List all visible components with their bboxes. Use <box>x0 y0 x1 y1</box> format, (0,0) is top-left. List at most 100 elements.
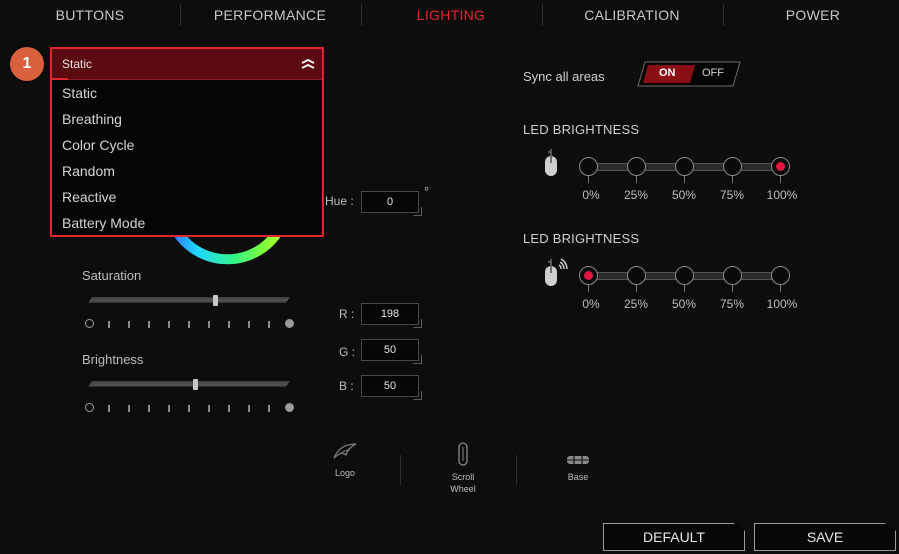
slider-tick <box>108 405 110 412</box>
led-brightness-title: LED BRIGHTNESS <box>523 122 640 137</box>
led-level-25-node[interactable] <box>627 157 646 176</box>
led-level-label: 50% <box>671 188 697 202</box>
slider-tick <box>268 321 270 328</box>
led-level-75-node[interactable] <box>723 266 742 285</box>
r-field[interactable]: 198 <box>361 303 422 328</box>
step-badge: 1 <box>10 47 44 81</box>
default-button[interactable]: DEFAULT <box>603 523 745 551</box>
saturation-slider-track[interactable] <box>88 297 290 303</box>
led-level-stem <box>588 285 589 292</box>
slider-tick <box>268 405 270 412</box>
max-dot <box>285 319 294 328</box>
led-level-25-node[interactable] <box>627 266 646 285</box>
area-scroll-wheel-button[interactable]: Scroll Wheel <box>433 442 493 495</box>
wireless-mouse-icon <box>541 257 571 294</box>
area-divider <box>516 455 517 485</box>
effect-dropdown[interactable]: Static Static Breathing Color Cycle Rand… <box>50 47 324 237</box>
b-label: B : <box>339 379 354 393</box>
effect-option-static[interactable]: Static <box>52 80 322 106</box>
tab-power[interactable]: POWER <box>723 0 899 30</box>
led-level-stem <box>780 176 781 183</box>
effect-dropdown-header[interactable]: Static <box>52 49 322 80</box>
led-level-0-node[interactable] <box>579 157 598 176</box>
brightness-ticks <box>85 403 294 415</box>
slider-tick <box>128 321 130 328</box>
slider-tick <box>108 321 110 328</box>
led-level-50-node[interactable] <box>675 266 694 285</box>
led-level-stem <box>684 176 685 183</box>
led-level-50-node[interactable] <box>675 157 694 176</box>
saturation-slider-thumb[interactable] <box>213 295 219 306</box>
effect-option-battery-mode[interactable]: Battery Mode <box>52 210 322 236</box>
g-field[interactable]: 50 <box>361 339 422 364</box>
led-level-0-node[interactable] <box>579 266 598 285</box>
area-base-label: Base <box>567 472 589 482</box>
effect-options-list: Static Breathing Color Cycle Random Reac… <box>52 80 322 236</box>
slider-tick <box>228 321 230 328</box>
area-logo-button[interactable]: Logo <box>315 442 375 479</box>
chevron-up-icon[interactable] <box>298 54 318 74</box>
g-label: G : <box>339 345 356 359</box>
slider-tick <box>148 321 150 328</box>
sync-on-label[interactable]: ON <box>659 67 676 79</box>
led-level-stem <box>732 285 733 292</box>
led-level-100-node[interactable] <box>771 266 790 285</box>
slider-tick <box>168 405 170 412</box>
led-level-75-node[interactable] <box>723 157 742 176</box>
slider-tick <box>148 405 150 412</box>
led-brightness-title: LED BRIGHTNESS <box>523 231 640 246</box>
led-level-stem <box>684 285 685 292</box>
saturation-ticks <box>85 319 294 331</box>
base-icon <box>548 453 608 471</box>
tab-performance[interactable]: PERFORMANCE <box>180 0 360 30</box>
saturation-label: Saturation <box>82 268 142 283</box>
effect-option-random[interactable]: Random <box>52 158 322 184</box>
led-level-label: 50% <box>671 297 697 311</box>
area-logo-label: Logo <box>334 468 356 478</box>
slider-tick <box>168 321 170 328</box>
min-dot <box>85 403 94 412</box>
effect-option-breathing[interactable]: Breathing <box>52 106 322 132</box>
hue-label: Hue : <box>325 194 354 208</box>
slider-tick <box>248 321 250 328</box>
led-level-stem <box>588 176 589 183</box>
effect-option-color-cycle[interactable]: Color Cycle <box>52 132 322 158</box>
tab-lighting[interactable]: LIGHTING <box>361 0 541 30</box>
sync-toggle-frame <box>637 61 741 87</box>
slider-tick <box>188 405 190 412</box>
brightness-slider-thumb[interactable] <box>193 379 199 390</box>
sync-off-label[interactable]: OFF <box>702 67 724 79</box>
slider-tick <box>208 405 210 412</box>
min-dot <box>85 319 94 328</box>
brightness-slider-track[interactable] <box>88 381 290 387</box>
sync-label: Sync all areas <box>523 69 605 84</box>
hue-field[interactable]: 0 <box>361 191 422 216</box>
rog-logo-icon <box>315 442 375 467</box>
b-field[interactable]: 50 <box>361 375 422 400</box>
slider-tick <box>188 321 190 328</box>
scroll-wheel-icon <box>433 442 493 471</box>
r-label: R : <box>339 307 355 321</box>
sync-toggle[interactable]: ON OFF <box>637 61 741 87</box>
effect-selected-value: Static <box>62 57 93 71</box>
save-button[interactable]: SAVE <box>754 523 896 551</box>
tab-buttons[interactable]: BUTTONS <box>0 0 180 30</box>
led-level-label: 25% <box>623 188 649 202</box>
led-level-100-node[interactable] <box>771 157 790 176</box>
brightness-label: Brightness <box>82 352 144 367</box>
area-divider <box>400 455 401 485</box>
led-level-label: 100% <box>766 188 798 202</box>
degree-symbol: ° <box>424 184 430 199</box>
slider-tick <box>128 405 130 412</box>
led-level-label: 0% <box>582 188 600 202</box>
led-level-label: 75% <box>719 188 745 202</box>
mouse-icon <box>541 147 561 184</box>
slider-tick <box>248 405 250 412</box>
led-level-stem <box>636 285 637 292</box>
area-base-button[interactable]: Base <box>548 453 608 483</box>
led-level-label: 0% <box>582 297 600 311</box>
effect-option-reactive[interactable]: Reactive <box>52 184 322 210</box>
tab-calibration[interactable]: CALIBRATION <box>542 0 722 30</box>
led-level-label: 100% <box>766 297 798 311</box>
led-level-stem <box>732 176 733 183</box>
